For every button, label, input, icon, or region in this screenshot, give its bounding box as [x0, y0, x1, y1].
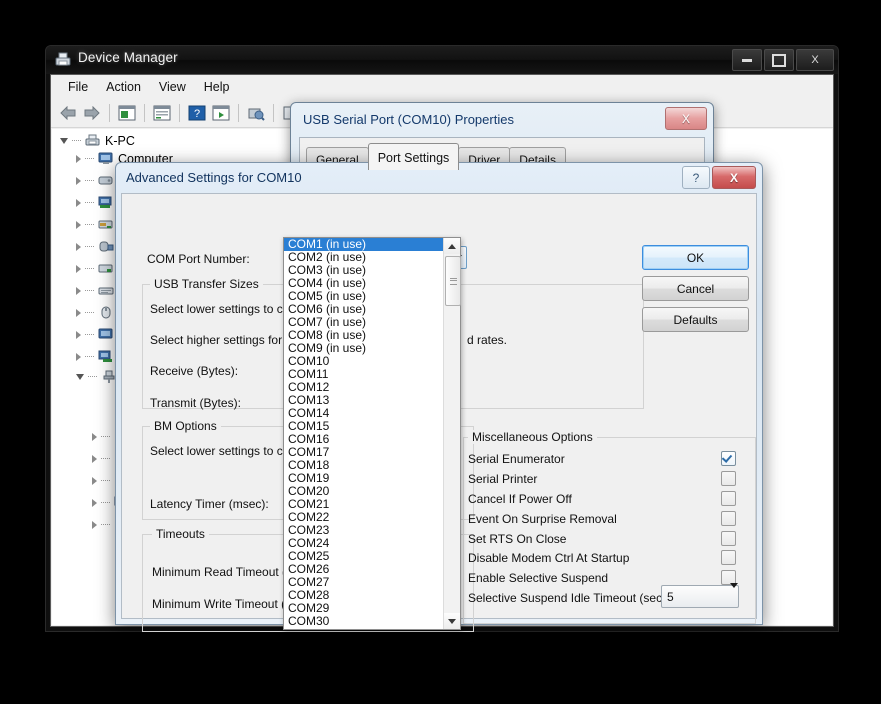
tree-item-dvd-drives[interactable]: [76, 217, 114, 232]
event-on-surprise-removal-checkbox[interactable]: [721, 511, 736, 526]
chevron-down-icon-small[interactable]: [730, 582, 738, 606]
scan-hardware-icon[interactable]: [210, 102, 232, 124]
minimize-button[interactable]: [732, 49, 762, 71]
tree-item-mice[interactable]: [76, 305, 114, 320]
expand-arrow-icon[interactable]: [60, 137, 68, 144]
device-manager-icon: [54, 51, 72, 68]
scroll-down-button[interactable]: [444, 613, 460, 629]
com-port-number-label: COM Port Number:: [147, 252, 250, 266]
tree-item-disk-drives[interactable]: [76, 173, 114, 188]
advanced-close-button[interactable]: X: [712, 166, 756, 189]
menu-item-help[interactable]: Help: [195, 77, 239, 97]
forward-arrow-icon[interactable]: [81, 102, 103, 124]
selective-suspend-idle-timeout-label: Selective Suspend Idle Timeout (secs):: [468, 591, 676, 605]
defaults-button[interactable]: Defaults: [642, 307, 749, 332]
receive-bytes-label: Receive (Bytes):: [150, 364, 239, 378]
tree-item-ports[interactable]: [76, 369, 117, 384]
show-hide-console-tree-icon[interactable]: [116, 102, 138, 124]
update-driver-icon[interactable]: [245, 102, 267, 124]
menu-item-action[interactable]: Action: [97, 77, 150, 97]
collapse-arrow-icon[interactable]: [76, 154, 81, 163]
tree-item-human-interface-devices[interactable]: [76, 239, 114, 254]
menu-bar: File Action View Help: [51, 75, 833, 99]
disable-modem-ctrl-label: Disable Modem Ctrl At Startup: [468, 551, 630, 565]
tree-item-keyboards[interactable]: [76, 283, 114, 298]
usb-transfer-line1: Select lower settings to corre: [150, 302, 305, 316]
screen: Device Manager X File Action View Help ?…: [0, 0, 881, 704]
transmit-bytes-label: Transmit (Bytes):: [150, 396, 241, 410]
hid-icon: [99, 241, 114, 252]
close-button[interactable]: X: [796, 49, 834, 71]
properties-title: USB Serial Port (COM10) Properties: [303, 112, 514, 127]
selective-suspend-idle-timeout-combo[interactable]: 5: [661, 582, 739, 608]
help-button[interactable]: ?: [682, 166, 710, 189]
set-rts-on-close-checkbox[interactable]: [721, 531, 736, 546]
event-on-surprise-removal-label: Event On Surprise Removal: [468, 512, 617, 526]
dropdown-scrollbar[interactable]: [443, 238, 461, 629]
device-manager-title: Device Manager: [78, 50, 178, 65]
scrollbar-thumb[interactable]: [445, 256, 461, 306]
tab-port-settings[interactable]: Port Settings: [367, 143, 460, 170]
cancel-if-power-off-checkbox[interactable]: [721, 491, 736, 506]
tree-item-monitors[interactable]: [76, 327, 114, 342]
menu-item-file[interactable]: File: [59, 77, 97, 97]
timeouts-title: Timeouts: [152, 527, 209, 541]
device-manager-titlebar[interactable]: Device Manager X: [46, 46, 838, 74]
cancel-if-power-off-label: Cancel If Power Off: [468, 492, 572, 506]
scroll-up-button[interactable]: [444, 238, 460, 254]
advanced-title: Advanced Settings for COM10: [126, 170, 302, 185]
enable-selective-suspend-label: Enable Selective Suspend: [468, 571, 609, 585]
window-controls: X: [732, 49, 834, 71]
network-adapter-icon: [98, 350, 112, 362]
tree-item-ide-controllers[interactable]: [76, 261, 114, 276]
selective-suspend-idle-timeout-value: 5: [667, 589, 674, 604]
latency-timer-label: Latency Timer (msec):: [150, 497, 269, 511]
monitor-icon: [98, 152, 113, 164]
bm-options-line1: Select lower settings to corre: [150, 444, 305, 458]
properties-icon[interactable]: [151, 102, 173, 124]
serial-printer-checkbox[interactable]: [721, 471, 736, 486]
ok-button[interactable]: OK: [642, 245, 749, 270]
serial-enumerator-label: Serial Enumerator: [468, 452, 565, 466]
tree-item-display-adapters[interactable]: [76, 195, 114, 210]
tree-root-label: K-PC: [105, 133, 135, 148]
disk-drive-icon: [98, 176, 113, 185]
serial-enumerator-checkbox[interactable]: [721, 451, 736, 466]
menu-item-view[interactable]: View: [150, 77, 195, 97]
help-icon[interactable]: ?: [186, 102, 208, 124]
bm-options-title: BM Options: [150, 419, 221, 433]
back-arrow-icon[interactable]: [57, 102, 79, 124]
com-port-dropdown-list[interactable]: COM1 (in use) COM2 (in use) COM3 (in use) C…: [283, 237, 461, 630]
ide-controller-icon: [98, 264, 113, 273]
tree-root-k-pc[interactable]: K-PC: [60, 133, 135, 148]
com-port-dropdown-items: COM1 (in use) COM2 (in use) COM3 (in use) C…: [284, 238, 444, 629]
set-rts-on-close-label: Set RTS On Close: [468, 532, 567, 546]
misc-options-title: Miscellaneous Options: [468, 430, 597, 444]
keyboard-icon: [98, 287, 114, 295]
usb-transfer-line2: Select higher settings for fas: [150, 333, 302, 347]
cancel-button[interactable]: Cancel: [642, 276, 749, 301]
serial-printer-label: Serial Printer: [468, 472, 538, 486]
computer-icon: [85, 134, 100, 146]
svg-text:?: ?: [194, 108, 200, 120]
disable-modem-ctrl-checkbox[interactable]: [721, 550, 736, 565]
usb-transfer-sizes-title: USB Transfer Sizes: [150, 277, 263, 291]
monitor-device-icon: [98, 328, 113, 339]
properties-titlebar[interactable]: USB Serial Port (COM10) Properties X: [291, 103, 713, 137]
dvd-drive-icon: [98, 220, 113, 229]
tree-item-network-adapters[interactable]: [76, 349, 114, 364]
display-adapter-icon: [98, 196, 112, 208]
usb-transfer-line2-tail: d rates.: [467, 333, 508, 347]
properties-close-button[interactable]: X: [665, 107, 707, 130]
com-port-option[interactable]: COM30: [284, 615, 444, 628]
maximize-button[interactable]: [764, 49, 794, 71]
mouse-icon: [101, 306, 111, 319]
